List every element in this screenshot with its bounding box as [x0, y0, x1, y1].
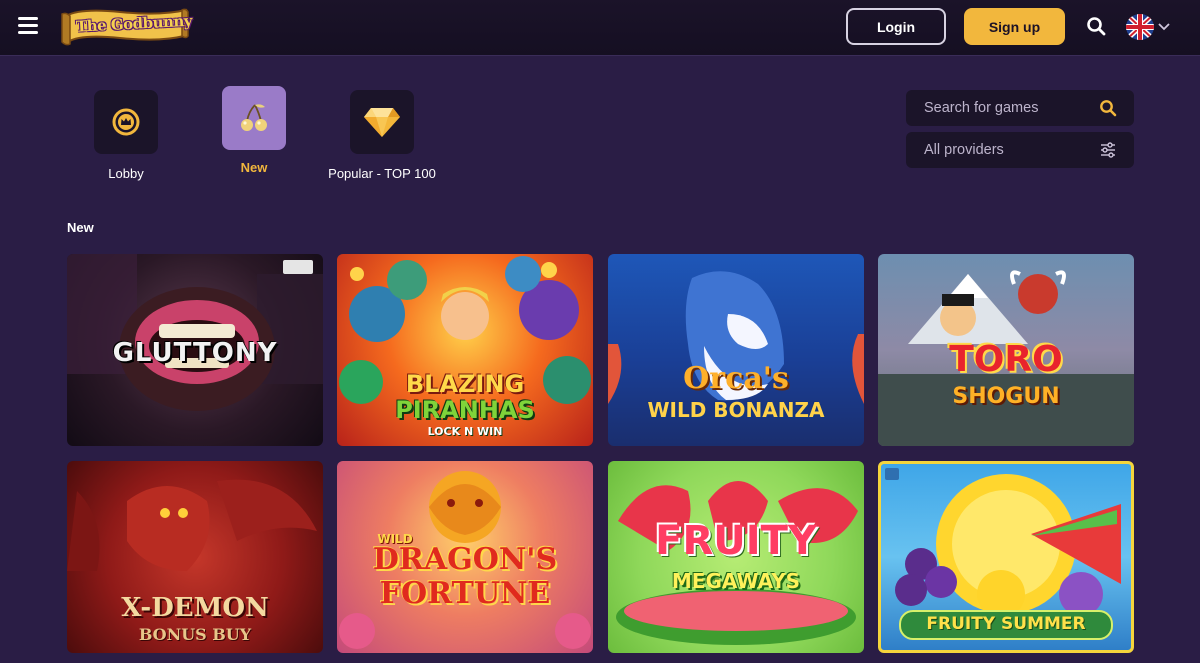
game-title: X-DEMON — [121, 593, 269, 623]
game-title: Orca's — [683, 361, 789, 396]
signup-button[interactable]: Sign up — [964, 8, 1065, 45]
game-tile-gluttony[interactable]: GLUTTONY — [67, 254, 323, 446]
filter-icon[interactable] — [1099, 141, 1117, 159]
game-title: BLAZING — [405, 370, 525, 398]
category-tile — [94, 90, 158, 154]
category-label: Popular - TOP 100 — [328, 166, 436, 181]
search-input[interactable] — [924, 100, 1094, 116]
game-subtitle: BONUS BUY — [138, 625, 252, 644]
search-icon[interactable] — [1099, 99, 1117, 117]
game-subtitle: MEGAWAYS — [671, 569, 801, 593]
game-tile-fruity-megaways[interactable]: FRUITY MEGAWAYS — [608, 461, 864, 653]
site-logo[interactable]: The Godbunny — [60, 6, 192, 46]
game-tile-orcas-wild-bonanza[interactable]: Orca's WILD BONANZA — [608, 254, 864, 446]
cherries-icon — [241, 104, 267, 131]
game-title: FORTUNE — [379, 576, 551, 611]
diamond-icon — [364, 108, 400, 137]
game-title: SHOGUN — [952, 384, 1060, 409]
category-new[interactable]: New — [222, 86, 286, 175]
category-lobby[interactable]: Lobby — [94, 90, 158, 181]
game-tile-x-demon[interactable]: X-DEMON BONUS BUY — [67, 461, 323, 653]
language-selector[interactable] — [1126, 14, 1172, 40]
category-label: Lobby — [108, 166, 144, 181]
providers-select[interactable]: All providers — [906, 132, 1134, 168]
game-tile-wild-dragons-fortune[interactable]: WILD DRAGON'S FORTUNE — [337, 461, 593, 653]
search-box — [906, 90, 1134, 126]
menu-icon[interactable] — [18, 17, 38, 35]
section-title: New — [67, 220, 94, 235]
top-header: The Godbunny Login Sign up — [0, 0, 1200, 56]
game-title: TORO — [949, 339, 1063, 380]
providers-label: All providers — [924, 142, 1004, 158]
game-tile-fruity-summer[interactable]: FRUITY SUMMER — [878, 461, 1134, 653]
search-icon[interactable] — [1086, 16, 1106, 36]
game-title: WILD BONANZA — [647, 398, 825, 422]
login-button[interactable]: Login — [846, 8, 946, 45]
uk-flag-icon — [1126, 14, 1154, 40]
category-popular[interactable]: Popular - TOP 100 — [326, 90, 438, 181]
category-label: New — [240, 160, 268, 175]
chevron-down-icon — [1158, 23, 1170, 31]
game-title: FRUITY SUMMER — [926, 614, 1086, 634]
game-title: DRAGON'S — [372, 542, 558, 577]
category-tile — [350, 90, 414, 154]
game-subtitle: LOCK N WIN — [427, 425, 503, 438]
game-tile-toro-shogun[interactable]: TORO SHOGUN — [878, 254, 1134, 446]
game-tile-blazing-piranhas[interactable]: BLAZING PIRANHAS LOCK N WIN — [337, 254, 593, 446]
category-tile — [222, 86, 286, 150]
game-title: FRUITY — [655, 518, 817, 564]
game-title: PIRANHAS — [395, 396, 535, 424]
game-title: GLUTTONY — [112, 338, 278, 368]
crown-icon — [112, 108, 140, 136]
